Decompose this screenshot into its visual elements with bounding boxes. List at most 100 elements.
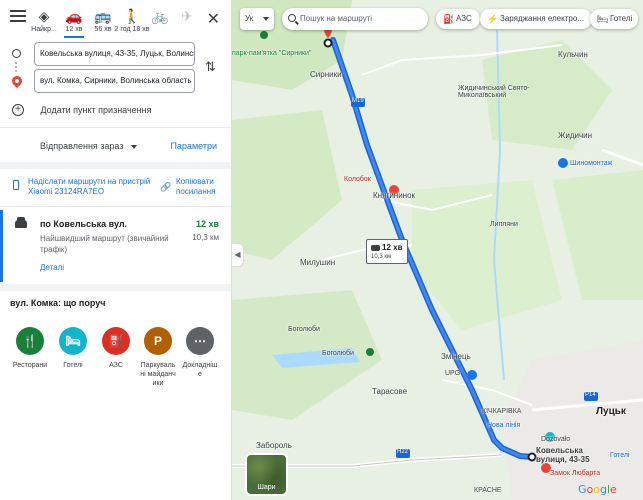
nearby-more-button[interactable]: ⋯ Докладніше	[182, 327, 218, 379]
plus-icon: +	[12, 103, 24, 116]
phone-icon	[13, 180, 19, 190]
mode-flight[interactable]: ✈	[173, 6, 201, 26]
route-bubble-time: 12 хв	[382, 243, 403, 252]
route-name: по Ковельська вул.	[40, 219, 128, 229]
chip-hotels[interactable]: 🛏 Готелі	[590, 9, 639, 29]
link-icon: 🔗	[160, 182, 172, 192]
chip-label: Заряджання електро...	[500, 14, 584, 23]
nearby-hotels-button[interactable]: 🛏 Готелі	[55, 327, 91, 370]
add-destination-label: Додати пункт призначення	[40, 104, 152, 115]
route-distance: 10,3 км	[192, 233, 219, 242]
copy-link-label: Копіювати посилання	[176, 177, 216, 196]
map-label: Княгининок	[373, 191, 416, 200]
tire-service-poi-icon[interactable]	[558, 158, 568, 168]
map-label: КРАСНЕ	[474, 487, 502, 494]
nearby-label: Докладніше	[182, 362, 218, 378]
walk-icon: 🚶	[123, 8, 141, 24]
park-poi-icon[interactable]	[260, 31, 268, 39]
destination-pin-icon	[9, 73, 25, 89]
gas-station-poi-icon[interactable]	[467, 370, 477, 380]
gas-station-icon: ⛽	[443, 14, 455, 24]
chip-label: Готелі	[610, 14, 633, 23]
gas-station-icon: ⛽	[102, 327, 130, 355]
route-description: Найшвидший маршрут (звичайний трафік)	[40, 234, 169, 254]
chip-ev-charging[interactable]: ⚡ Заряджання електро...	[480, 9, 592, 29]
chip-label: АЗС	[456, 14, 472, 23]
close-icon[interactable]: ✕	[207, 9, 220, 29]
map-label: Сирники	[310, 70, 342, 79]
road-shield-label: Р14	[585, 392, 596, 398]
park-poi-icon[interactable]	[366, 348, 374, 356]
origin-point-icon	[527, 452, 537, 462]
hotel-icon: 🛏	[597, 14, 609, 24]
nearby-restaurants-button[interactable]: 🍴 Ресторани	[12, 327, 48, 370]
map-label: Колобок	[344, 176, 371, 183]
language-label: Ук	[245, 14, 254, 23]
section-divider	[0, 162, 231, 169]
language-dropdown[interactable]: Ук	[240, 8, 274, 30]
caret-down-icon	[130, 144, 137, 149]
plane-icon: ✈	[181, 8, 193, 24]
nearby-parking-button[interactable]: P Паркувальні майданчики	[139, 327, 177, 388]
route-bubble-distance: 10,3 км	[371, 254, 392, 260]
bus-icon: 🚌	[94, 8, 112, 24]
mode-walking[interactable]: 🚶 2 год 18 хв	[115, 6, 150, 33]
map-label: Боголюби	[288, 326, 320, 333]
bike-icon: 🚲	[151, 8, 169, 24]
map-label: Боголюби	[322, 350, 354, 357]
car-icon: 🚗	[65, 8, 83, 24]
menu-icon[interactable]	[10, 10, 26, 24]
departure-dropdown[interactable]: Відправлення зараз	[40, 141, 137, 151]
diamond-directions-icon: ◈	[38, 8, 50, 24]
send-to-device-label: Надіслати маршрути на пристрій Xiaomi 23…	[28, 177, 151, 196]
send-to-device-button[interactable]: Надіслати маршрути на пристрій Xiaomi 23…	[13, 177, 153, 197]
restaurant-icon: 🍴	[16, 327, 44, 355]
map-label: Нова лінія	[487, 422, 521, 429]
divider	[0, 127, 231, 128]
destination-point-icon	[323, 38, 333, 48]
add-destination-button[interactable]: + Додати пункт призначення	[12, 101, 152, 116]
search-placeholder: Пошук на маршруті	[300, 14, 373, 23]
collapse-panel-button[interactable]: ◀	[232, 243, 244, 267]
map-graphics	[232, 0, 643, 500]
forest-area	[552, 170, 643, 300]
route-time-bubble[interactable]: 12 хв 10,3 км	[366, 239, 408, 264]
route-details-link[interactable]: Деталі	[40, 263, 64, 272]
section-divider	[0, 284, 231, 291]
hotel-icon: 🛏	[59, 327, 87, 355]
map-label: КІЧКАРІВКА	[482, 408, 522, 415]
map-canvas[interactable]: Сирники парк-пам'ятка "Сирники" Кульчин …	[232, 0, 643, 500]
nearby-gas-button[interactable]: ⛽ АЗС	[98, 327, 134, 370]
mode-cycling[interactable]: 🚲	[146, 6, 174, 26]
map-label: Милушин	[300, 258, 336, 267]
forest-area	[412, 180, 562, 330]
map-label: Жидичин	[558, 131, 593, 140]
search-along-route-input[interactable]: Пошук на маршруті	[282, 8, 428, 30]
map-label: Кульчин	[558, 50, 588, 59]
swap-icon[interactable]: ⇅	[205, 59, 216, 75]
map-label: Готелі	[610, 452, 630, 459]
charging-icon: ⚡	[487, 14, 499, 24]
map-label: Липляни	[490, 221, 518, 228]
destination-input[interactable]: вул. Комка, Сирники, Волинська область	[34, 69, 195, 93]
copy-link-button[interactable]: 🔗 Копіювати посилання	[160, 177, 225, 197]
divider	[0, 206, 231, 207]
map-label: Забороль	[256, 441, 292, 450]
nearby-label: Ресторани	[12, 362, 48, 369]
search-icon	[288, 14, 296, 22]
map-label: Замок Любарта	[550, 470, 601, 477]
origin-input[interactable]: Ковельська вулиця, 43-35, Луцьк, Волинсь…	[34, 42, 195, 66]
layers-button[interactable]: Шари	[245, 453, 288, 496]
route-time: 12 хв	[195, 219, 219, 229]
parking-icon: P	[144, 327, 172, 355]
map-label: Тарасове	[372, 387, 408, 396]
route-option-card[interactable]: по Ковельська вул. 12 хв Найшвидший марш…	[0, 210, 231, 282]
chip-gas-stations[interactable]: ⛽ АЗС	[436, 9, 480, 29]
departure-label: Відправлення зараз	[40, 141, 124, 151]
map-label: Dozovalo	[541, 436, 571, 443]
caret-down-icon	[263, 17, 269, 21]
options-button[interactable]: Параметри	[170, 141, 217, 151]
nearby-label: Паркувальні майданчики	[140, 362, 176, 387]
map-label: Ковельська вулиця, 43-35	[536, 446, 590, 464]
road-shield-label: М19	[352, 98, 364, 104]
